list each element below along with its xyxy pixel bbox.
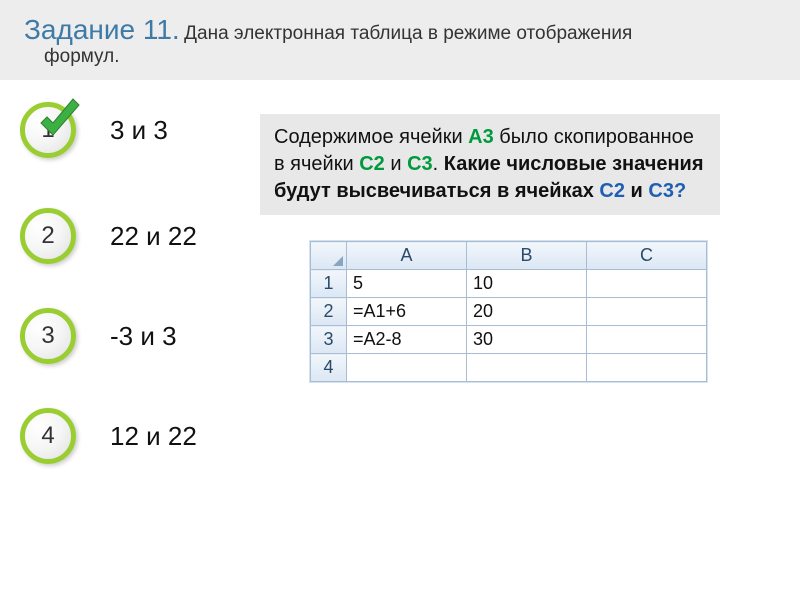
row-header[interactable]: 4	[311, 354, 347, 382]
right-column: Содержимое ячейки А3 было скопированное …	[260, 90, 800, 508]
answer-options: 1 3 и 3 2 22 и 22 3 -3 и 3 4 12 и 22	[10, 90, 260, 508]
cell-c1[interactable]	[587, 270, 707, 298]
cell-b4[interactable]	[467, 354, 587, 382]
option-number: 4	[41, 422, 54, 450]
option-3[interactable]: 3 -3 и 3	[10, 308, 260, 364]
option-text: -3 и 3	[110, 321, 177, 352]
table-row: 2 =A1+6 20	[311, 298, 707, 326]
task-title: Задание 11.	[24, 14, 180, 45]
q-cell-ref: С3	[407, 153, 433, 175]
option-text: 22 и 22	[110, 221, 197, 252]
option-text: 3 и 3	[110, 115, 168, 146]
option-1[interactable]: 1 3 и 3	[10, 102, 260, 158]
spreadsheet: A B C 1 5 10 2 =A1+6 20 3 =A2-8 30	[310, 241, 707, 382]
cell-a4[interactable]	[347, 354, 467, 382]
task-subtitle: Дана электронная таблица в режиме отобра…	[184, 23, 632, 44]
q-text: и	[385, 153, 407, 175]
q-bold-text: и	[625, 180, 648, 202]
q-cell-ref: С2	[599, 180, 625, 202]
option-badge-2: 2	[20, 208, 76, 264]
cell-b3[interactable]: 30	[467, 326, 587, 354]
table-row: 4	[311, 354, 707, 382]
cell-c2[interactable]	[587, 298, 707, 326]
cell-a2[interactable]: =A1+6	[347, 298, 467, 326]
col-header-a[interactable]: A	[347, 242, 467, 270]
sheet-corner[interactable]	[311, 242, 347, 270]
option-badge-1: 1	[20, 102, 76, 158]
q-cell-ref: А3	[468, 126, 494, 148]
cell-a3[interactable]: =A2-8	[347, 326, 467, 354]
q-bold-text: ?	[674, 180, 686, 202]
row-header[interactable]: 3	[311, 326, 347, 354]
table-row: 1 5 10	[311, 270, 707, 298]
option-badge-3: 3	[20, 308, 76, 364]
option-number: 2	[41, 222, 54, 250]
option-2[interactable]: 2 22 и 22	[10, 208, 260, 264]
q-text: .	[433, 153, 439, 175]
q-text: Содержимое ячейки	[274, 126, 468, 148]
content-area: 1 3 и 3 2 22 и 22 3 -3 и 3 4 12 и 22	[0, 80, 800, 508]
option-text: 12 и 22	[110, 421, 197, 452]
row-header[interactable]: 1	[311, 270, 347, 298]
col-header-c[interactable]: C	[587, 242, 707, 270]
option-number: 3	[41, 322, 54, 350]
cell-c4[interactable]	[587, 354, 707, 382]
task-header: Задание 11. Дана электронная таблица в р…	[0, 0, 800, 80]
task-subtitle-line2: формул.	[24, 46, 776, 68]
cell-b1[interactable]: 10	[467, 270, 587, 298]
cell-c3[interactable]	[587, 326, 707, 354]
table-row: 3 =A2-8 30	[311, 326, 707, 354]
cell-b2[interactable]: 20	[467, 298, 587, 326]
question-box: Содержимое ячейки А3 было скопированное …	[260, 114, 720, 215]
q-cell-ref: С3	[648, 180, 674, 202]
cell-a1[interactable]: 5	[347, 270, 467, 298]
q-cell-ref: С2	[359, 153, 385, 175]
option-4[interactable]: 4 12 и 22	[10, 408, 260, 464]
checkmark-icon	[35, 95, 85, 145]
row-header[interactable]: 2	[311, 298, 347, 326]
option-badge-4: 4	[20, 408, 76, 464]
col-header-b[interactable]: B	[467, 242, 587, 270]
